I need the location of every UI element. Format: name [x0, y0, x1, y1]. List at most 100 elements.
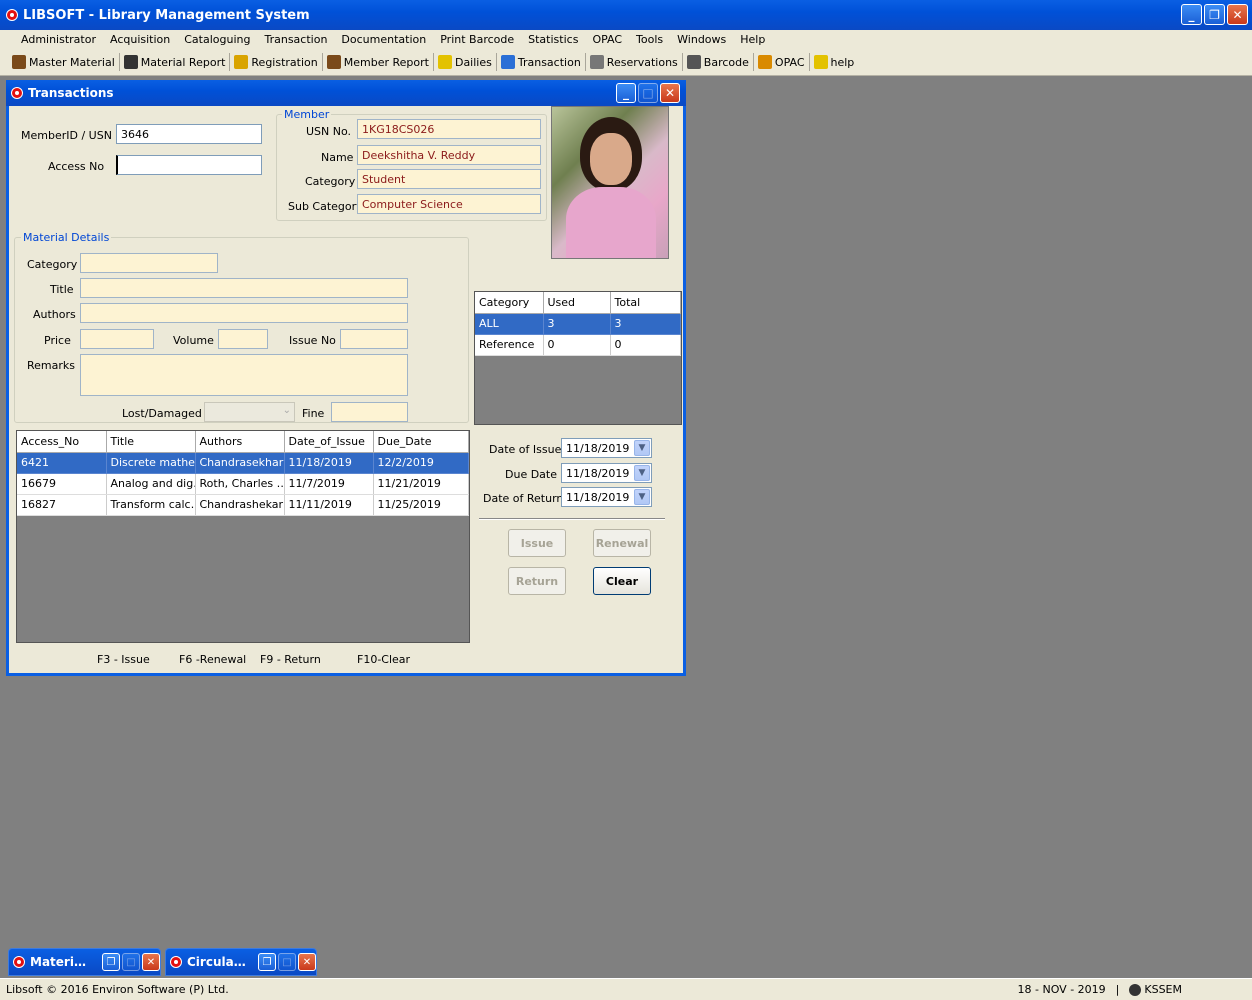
- remarks-field: [80, 354, 408, 396]
- menu-windows[interactable]: Windows: [670, 33, 733, 46]
- maximize-icon[interactable]: □: [122, 953, 140, 971]
- due-date-picker[interactable]: 11/18/2019 ▼: [561, 463, 652, 483]
- menu-tools[interactable]: Tools: [629, 33, 670, 46]
- toolbar-barcode[interactable]: Barcode: [683, 53, 754, 71]
- renewal-button[interactable]: Renewal: [593, 529, 651, 557]
- issued-cell: Analog and dig…: [106, 473, 196, 495]
- material-group-title: Material Details: [21, 231, 112, 244]
- toolbar-member-report[interactable]: Member Report: [323, 53, 434, 71]
- app-title-bar: LIBSOFT - Library Management System _ ❐ …: [0, 0, 1252, 30]
- issued-cell: 11/18/2019: [284, 452, 374, 474]
- issue-button[interactable]: Issue: [508, 529, 566, 557]
- usn-value: 1KG18CS026: [357, 119, 541, 139]
- clear-button[interactable]: Clear: [593, 567, 651, 595]
- minimized-window-circulation[interactable]: Circula… ❐ □ ✕: [165, 948, 317, 976]
- menu-transaction[interactable]: Transaction: [257, 33, 334, 46]
- issued-header-date-of-issue[interactable]: Date_of_Issue: [284, 431, 374, 453]
- close-icon[interactable]: ✕: [142, 953, 160, 971]
- toolbar-label: Master Material: [29, 55, 115, 69]
- window-minimize-button[interactable]: _: [616, 83, 636, 103]
- restore-icon[interactable]: ❐: [258, 953, 276, 971]
- minimized-window-material[interactable]: Materi… ❐ □ ✕: [8, 948, 161, 976]
- issued-cell: Transform calc…: [106, 494, 196, 516]
- issued-header-authors[interactable]: Authors: [195, 431, 285, 453]
- date-of-return-picker[interactable]: 11/18/2019 ▼: [561, 487, 652, 507]
- table-row[interactable]: ALL 3 3: [475, 313, 681, 335]
- issued-cell: 16679: [17, 473, 107, 495]
- menu-help[interactable]: Help: [733, 33, 772, 46]
- toolbar-transaction[interactable]: Transaction: [497, 53, 586, 71]
- issued-cell: Chandrashekar…: [195, 494, 285, 516]
- shortcut-renewal: F6 -Renewal: [179, 653, 247, 666]
- return-button[interactable]: Return: [508, 567, 566, 595]
- restore-icon[interactable]: ❐: [102, 953, 120, 971]
- menu-cataloguing[interactable]: Cataloguing: [177, 33, 257, 46]
- divider: [479, 518, 665, 520]
- member-category-value: Student: [357, 169, 541, 189]
- usage-header-category[interactable]: Category: [475, 292, 544, 314]
- price-label: Price: [44, 334, 71, 347]
- menu-opac[interactable]: OPAC: [585, 33, 629, 46]
- copyright-text: Libsoft © 2016 Environ Software (P) Ltd.: [6, 983, 229, 996]
- help-icon: [813, 55, 828, 69]
- chevron-down-icon[interactable]: ▼: [634, 440, 650, 456]
- date-of-issue-value: 11/18/2019: [566, 442, 630, 455]
- member-id-input[interactable]: 3646: [116, 124, 262, 144]
- status-date: 18 - NOV - 2019: [1017, 983, 1106, 996]
- menu-statistics[interactable]: Statistics: [521, 33, 585, 46]
- close-button[interactable]: ✕: [1227, 4, 1248, 25]
- usage-header-used[interactable]: Used: [543, 292, 611, 314]
- date-of-return-label: Date of Return: [483, 492, 564, 505]
- title-field: [80, 278, 408, 298]
- lost-damaged-select[interactable]: ⌄: [204, 402, 295, 422]
- volume-field: [218, 329, 268, 349]
- menu-print-barcode[interactable]: Print Barcode: [433, 33, 521, 46]
- material-category-label: Category: [27, 258, 78, 271]
- maximize-icon[interactable]: □: [278, 953, 296, 971]
- menu-administrator[interactable]: Administrator: [14, 33, 103, 46]
- window-logo-icon: [170, 956, 182, 968]
- usage-header-total[interactable]: Total: [610, 292, 681, 314]
- user-icon: [1129, 983, 1142, 996]
- toolbar-material-report[interactable]: Material Report: [120, 53, 231, 71]
- usn-label: USN No.: [306, 125, 352, 138]
- issued-header-title[interactable]: Title: [106, 431, 196, 453]
- restore-button[interactable]: ❐: [1204, 4, 1225, 25]
- material-category-field: [80, 253, 218, 273]
- window-maximize-button[interactable]: □: [638, 83, 658, 103]
- issued-cell: 12/2/2019: [373, 452, 469, 474]
- issued-header-access-no[interactable]: Access_No: [17, 431, 107, 453]
- usage-cell: 0: [610, 334, 681, 356]
- toolbar-help[interactable]: help: [810, 53, 859, 71]
- toolbar-reservations[interactable]: Reservations: [586, 53, 683, 71]
- menu-bar: Administrator Acquisition Cataloguing Tr…: [0, 30, 1252, 49]
- toolbar-label: Material Report: [140, 55, 226, 69]
- toolbar-registration[interactable]: Registration: [230, 53, 323, 71]
- toolbar-dailies[interactable]: Dailies: [434, 53, 497, 71]
- table-row[interactable]: Reference 0 0: [475, 334, 681, 356]
- fine-field: [331, 402, 408, 422]
- date-of-issue-picker[interactable]: 11/18/2019 ▼: [561, 438, 652, 458]
- issued-header-due-date[interactable]: Due_Date: [373, 431, 469, 453]
- issued-cell: Roth, Charles …: [195, 473, 285, 495]
- minimize-button[interactable]: _: [1181, 4, 1202, 25]
- table-row[interactable]: 16827 Transform calc… Chandrashekar… 11/…: [17, 494, 469, 516]
- usage-cell: Reference: [475, 334, 544, 356]
- date-of-return-value: 11/18/2019: [566, 491, 630, 504]
- minimized-window-label: Circula…: [187, 955, 246, 969]
- app-title: LIBSOFT - Library Management System: [23, 7, 310, 23]
- menu-documentation[interactable]: Documentation: [334, 33, 433, 46]
- chevron-down-icon[interactable]: ▼: [634, 465, 650, 481]
- chevron-down-icon[interactable]: ▼: [634, 489, 650, 505]
- menu-acquisition[interactable]: Acquisition: [103, 33, 177, 46]
- window-close-button[interactable]: ✕: [660, 83, 680, 103]
- toolbar-master-material[interactable]: Master Material: [8, 53, 120, 71]
- issue-no-label: Issue No: [289, 334, 336, 347]
- access-no-input[interactable]: [116, 155, 262, 175]
- table-row[interactable]: 16679 Analog and dig… Roth, Charles … 11…: [17, 473, 469, 495]
- table-row[interactable]: 6421 Discrete mathe… Chandrasekhar… 11/1…: [17, 452, 469, 474]
- issue-no-field: [340, 329, 408, 349]
- close-icon[interactable]: ✕: [298, 953, 316, 971]
- toolbar-opac[interactable]: OPAC: [754, 53, 810, 71]
- issued-cell: 11/11/2019: [284, 494, 374, 516]
